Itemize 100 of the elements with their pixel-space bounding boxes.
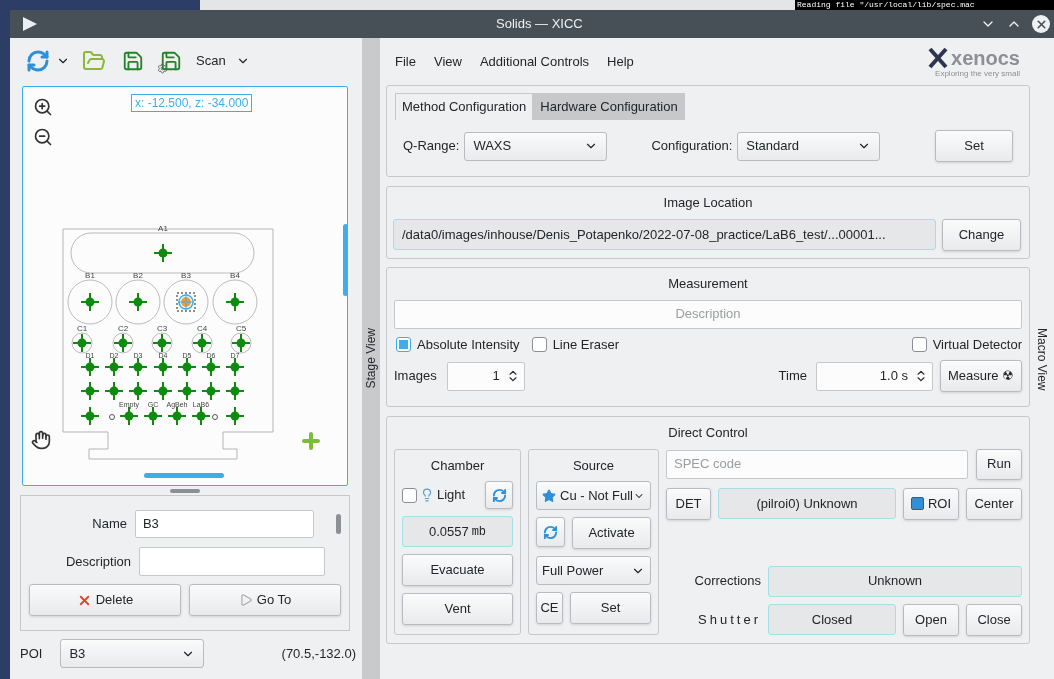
sample-marker[interactable] — [225, 292, 245, 312]
checkbox[interactable] — [396, 336, 411, 352]
tab[interactable]: Hardware Configuration — [533, 93, 685, 120]
images-spinbox[interactable]: 1 — [446, 361, 525, 391]
stage-view-tab[interactable]: Stage View — [362, 38, 380, 679]
name-field[interactable]: B3 — [134, 510, 315, 538]
slot-label: B4 — [230, 271, 240, 280]
sample-marker[interactable] — [143, 406, 163, 426]
tab[interactable]: Method Configuration — [395, 93, 534, 120]
det-button[interactable]: DET — [666, 487, 711, 520]
sample-marker[interactable] — [153, 381, 173, 401]
add-icon[interactable] — [299, 429, 323, 453]
q-range-dropdown[interactable]: WAXS — [464, 131, 608, 161]
sample-marker[interactable] — [225, 406, 245, 426]
run-button[interactable]: Run — [976, 448, 1022, 480]
logo-mark-icon — [927, 46, 950, 69]
refresh-icon — [491, 487, 507, 503]
light-bulb-icon — [420, 488, 434, 502]
ce-button[interactable]: CE — [536, 592, 563, 624]
menu-item[interactable]: Help — [607, 52, 634, 72]
sample-marker[interactable] — [153, 357, 173, 377]
sample-marker[interactable] — [225, 381, 245, 401]
center-button[interactable]: Center — [966, 487, 1022, 520]
light-checkbox[interactable] — [402, 487, 417, 503]
menu-item[interactable]: File — [395, 52, 416, 72]
refresh-button[interactable] — [536, 517, 565, 547]
sample-marker[interactable] — [201, 381, 221, 401]
logo-name: xenocs — [951, 47, 1020, 68]
sample-marker[interactable] — [104, 381, 124, 401]
hand-icon[interactable] — [31, 430, 51, 450]
sample-marker[interactable] — [192, 333, 212, 353]
sample-marker[interactable] — [113, 333, 133, 353]
open-button[interactable]: Open — [903, 603, 959, 636]
measure-button[interactable]: Measure ☢ — [940, 360, 1022, 392]
macro-view-tab[interactable]: Macro View — [1033, 328, 1051, 391]
sample-marker[interactable] — [80, 381, 100, 401]
sample-marker[interactable] — [80, 406, 100, 426]
slot-label: C5 — [235, 324, 247, 333]
sample-marker[interactable] — [191, 406, 211, 426]
go-to-button[interactable]: Go To — [189, 584, 341, 616]
sample-slot-outline — [115, 279, 161, 325]
zoom-in-icon[interactable] — [33, 97, 53, 117]
sample-marker[interactable] — [104, 357, 124, 377]
slot-label: C2 — [117, 324, 129, 333]
detector-status: (pilroi0) Unknown — [718, 488, 896, 519]
sample-marker[interactable] — [231, 333, 251, 353]
set-button[interactable]: Set — [570, 592, 651, 624]
power-dropdown[interactable]: Full Power — [536, 556, 651, 585]
selected-sample-marker[interactable] — [176, 292, 196, 312]
form-scrollbar[interactable] — [336, 514, 341, 534]
sample-marker[interactable] — [152, 333, 172, 353]
time-spinbox[interactable]: 1.0 s — [816, 361, 933, 391]
zoom-out-icon[interactable] — [33, 127, 53, 147]
source-dropdown[interactable]: Cu - Not Full — [536, 481, 651, 510]
delete-button[interactable]: Delete — [29, 584, 181, 616]
close-button[interactable] — [1032, 15, 1050, 33]
logo-tagline: Exploring the very small — [935, 68, 1020, 78]
vertical-scrollbar[interactable] — [343, 224, 348, 296]
sample-marker[interactable] — [72, 333, 92, 353]
configuration-dropdown[interactable]: Standard — [737, 131, 881, 161]
sample-marker[interactable] — [128, 357, 148, 377]
change-button[interactable]: Change — [942, 218, 1021, 251]
close-shutter-button[interactable]: Close — [966, 603, 1022, 636]
close-icon — [1034, 17, 1048, 31]
sample-marker[interactable] — [128, 292, 148, 312]
app-logo-icon — [22, 16, 38, 32]
shutter-status: Closed — [768, 604, 896, 635]
set-button[interactable]: Set — [935, 130, 1013, 162]
activate-button[interactable]: Activate — [572, 517, 651, 549]
vent-button[interactable]: Vent — [402, 593, 513, 625]
q-range-label: Q-Range: — [403, 137, 460, 156]
checkbox[interactable] — [911, 336, 927, 352]
refresh-icon[interactable] — [26, 49, 50, 73]
menu-item[interactable]: View — [433, 52, 462, 72]
sample-marker[interactable] — [177, 357, 197, 377]
description-field[interactable] — [139, 547, 325, 576]
pressure-readout: 0.0557 mb — [402, 516, 513, 547]
image-path-field: /data0/images/inhouse/Denis_Potapenko/2022-07-08_practice/LaB6_test/...00001... — [393, 219, 936, 250]
splitter-handle[interactable] — [170, 489, 200, 493]
name-label: Name — [91, 515, 127, 534]
slot-label: B1 — [85, 271, 95, 280]
checkbox[interactable] — [531, 336, 547, 352]
sample-slot-outline — [67, 279, 113, 325]
menu-item[interactable]: Additional Controls — [479, 52, 590, 72]
sample-marker[interactable] — [80, 292, 100, 312]
sample-marker[interactable] — [128, 381, 148, 401]
scan-menu-button[interactable]: Scan — [196, 51, 250, 71]
refresh-icon — [543, 524, 558, 540]
sample-marker[interactable] — [153, 243, 173, 263]
sample-marker[interactable] — [225, 357, 245, 377]
evacuate-button[interactable]: Evacuate — [402, 554, 513, 586]
roi-button[interactable]: ROI — [903, 487, 959, 520]
refresh-button[interactable] — [485, 481, 513, 509]
horizontal-scrollbar[interactable] — [144, 473, 224, 478]
poi-dropdown[interactable]: B3 — [60, 639, 205, 668]
sample-marker[interactable] — [201, 357, 221, 377]
save-icon[interactable] — [122, 50, 144, 72]
sample-marker[interactable] — [177, 381, 197, 401]
save-settings-icon[interactable] — [160, 50, 182, 72]
sample-marker[interactable] — [80, 357, 100, 377]
